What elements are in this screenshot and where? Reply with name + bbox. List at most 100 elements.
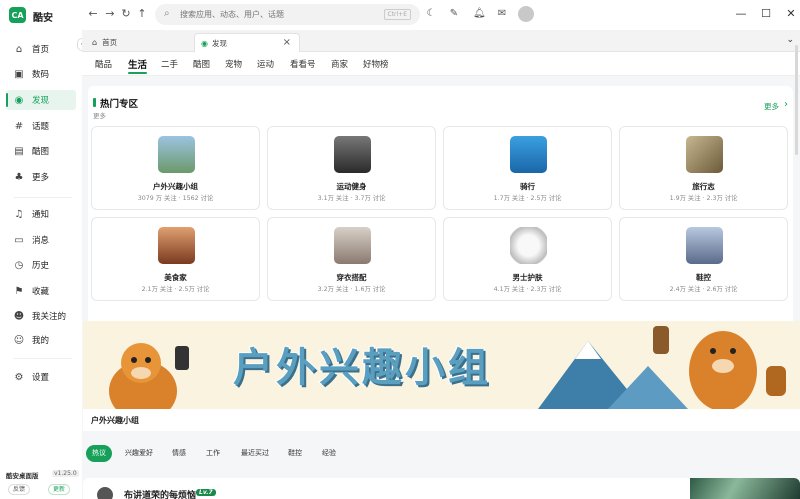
category-tab-active[interactable]: 生活 <box>128 57 148 74</box>
sidebar-item-notifications[interactable]: ♫ 通知 <box>6 204 76 224</box>
banner-image[interactable]: 户外兴趣小组 <box>83 321 800 409</box>
edit-icon[interactable]: ✎ <box>448 8 460 19</box>
tab-bar: ⌂ 首页 ◉ 发现 × ⌄ <box>82 30 800 52</box>
dark-mode-icon[interactable]: ☾ <box>425 8 437 19</box>
close-icon[interactable]: ✕ <box>784 7 798 20</box>
post-author-avatar[interactable] <box>97 487 113 499</box>
group-stats: 1.9万 关注 · 2.3万 讨论 <box>669 195 738 202</box>
sidebar-item-messages[interactable]: ▭ 消息 <box>6 230 76 250</box>
banner-title: 户外兴趣小组 <box>232 344 491 392</box>
forward-icon[interactable]: → <box>103 7 117 20</box>
sidebar-item-images[interactable]: ▤ 酷图 <box>6 141 76 161</box>
group-thumbnail <box>686 227 723 264</box>
feedback-label: 反馈 <box>13 486 26 493</box>
up-icon[interactable]: ↑ <box>135 7 149 20</box>
category-tab[interactable]: 商家 <box>331 58 348 70</box>
refresh-icon[interactable]: ↻ <box>119 7 133 20</box>
filter-pill[interactable]: 兴趣爱好 <box>119 445 159 462</box>
sidebar-item-label: 更多 <box>32 173 50 183</box>
filter-pill[interactable]: 鞋控 <box>282 445 308 462</box>
sidebar-divider <box>14 197 72 198</box>
group-card[interactable]: 美食家 2.1万 关注 · 2.5万 讨论 <box>91 217 260 301</box>
group-card[interactable]: 鞋控 2.4万 关注 · 2.6万 讨论 <box>619 217 788 301</box>
mail-icon[interactable]: ✉ <box>496 8 508 19</box>
banner-caption: 户外兴趣小组 <box>91 416 139 425</box>
search-input[interactable] <box>180 7 360 22</box>
main-content: ⌂ 首页 ◉ 发现 × ⌄ 酷品 生活 二手 酷图 宠物 运动 看看号 商家 好… <box>82 30 800 499</box>
search-bar[interactable]: ⌕ Ctrl+E <box>155 4 420 25</box>
group-stats: 2.1万 关注 · 2.5万 讨论 <box>141 286 210 293</box>
sidebar-item-home[interactable]: ⌂ 首页 <box>6 39 76 59</box>
banner-caption-bar: 户外兴趣小组 <box>83 409 800 431</box>
sidebar-item-me[interactable]: ☺ 我的 <box>6 330 76 350</box>
sidebar-item-more[interactable]: ♣ 更多 <box>6 167 76 187</box>
category-tab[interactable]: 酷品 <box>95 58 112 70</box>
category-tab[interactable]: 宠物 <box>225 58 242 70</box>
category-tab[interactable]: 二手 <box>161 58 178 70</box>
hot-zone-section: 热门专区 更多 更多 › 户外兴趣小组 3079 万 关注 · 1562 讨论 … <box>88 86 793 336</box>
filter-pill[interactable]: 经验 <box>316 445 342 462</box>
sidebar-item-history[interactable]: ◷ 历史 <box>6 255 76 275</box>
group-name: 骑行 <box>520 182 535 191</box>
category-tab[interactable]: 运动 <box>257 58 274 70</box>
category-bar: 酷品 生活 二手 酷图 宠物 运动 看看号 商家 好物榜 <box>82 52 800 76</box>
group-card[interactable]: 旅行志 1.9万 关注 · 2.3万 讨论 <box>619 126 788 210</box>
filter-pills: 热议 兴趣爱好 情感 工作 最近买过 鞋控 经验 <box>82 442 800 464</box>
update-button[interactable]: 更新 <box>48 484 71 495</box>
category-tab[interactable]: 看看号 <box>290 58 316 70</box>
sidebar-item-topics[interactable]: # 话题 <box>6 116 76 136</box>
group-name: 旅行志 <box>692 182 715 191</box>
group-thumbnail <box>510 227 547 264</box>
group-thumbnail <box>158 227 195 264</box>
category-tab[interactable]: 酷图 <box>193 58 210 70</box>
group-name: 美食家 <box>164 273 187 282</box>
filter-pill-active[interactable]: 热议 <box>86 445 112 462</box>
tab-home[interactable]: ⌂ 首页 <box>90 33 190 52</box>
app-name: 酷安 <box>33 13 53 24</box>
users-icon: ☻ <box>13 310 25 322</box>
section-accent-bar <box>93 98 96 107</box>
avatar[interactable] <box>518 6 534 22</box>
sidebar-item-favorites[interactable]: ⚑ 收藏 <box>6 281 76 301</box>
group-card[interactable]: 骑行 1.7万 关注 · 2.5万 讨论 <box>443 126 612 210</box>
group-card[interactable]: 男士护肤 4.1万 关注 · 2.3万 讨论 <box>443 217 612 301</box>
sidebar-item-following[interactable]: ☻ 我关注的 <box>6 306 76 326</box>
title-bar: CA 酷安 ← → ↻ ↑ ⌕ Ctrl+E ☾ ✎ 🔔︎ ✉ — ☐ ✕ <box>0 0 800 30</box>
search-icon: ⌕ <box>164 8 170 19</box>
post-image[interactable] <box>690 478 800 499</box>
filter-pill[interactable]: 情感 <box>166 445 192 462</box>
group-card[interactable]: 穿衣搭配 3.2万 关注 · 1.6万 讨论 <box>267 217 436 301</box>
tab-discover[interactable]: ◉ 发现 × <box>194 33 300 52</box>
section-subtitle: 更多 <box>93 112 106 120</box>
close-tab-icon[interactable]: × <box>283 37 291 48</box>
feedback-button[interactable]: 反馈 <box>8 484 31 495</box>
sidebar-item-settings[interactable]: ⚙ 设置 <box>6 367 76 387</box>
post-author-name[interactable]: 布讲道荣的每烦恼 <box>124 488 196 499</box>
filter-pill[interactable]: 最近买过 <box>235 445 275 462</box>
version-badge: v1.25.0 <box>52 470 79 477</box>
group-card[interactable]: 户外兴趣小组 3079 万 关注 · 1562 讨论 <box>91 126 260 210</box>
minimize-icon[interactable]: — <box>734 7 748 20</box>
group-card[interactable]: 运动健身 3.1万 关注 · 3.7万 讨论 <box>267 126 436 210</box>
search-shortcut: Ctrl+E <box>383 9 411 20</box>
level-badge: Lv.7 <box>196 489 216 496</box>
feed-post[interactable]: 布讲道荣的每烦恼 Lv.7 <box>83 478 800 499</box>
sidebar-item-digital[interactable]: ▣ 数码 <box>6 64 76 84</box>
bookmark-icon: ⚑ <box>14 285 24 297</box>
back-icon[interactable]: ← <box>86 7 100 20</box>
maximize-icon[interactable]: ☐ <box>759 7 773 20</box>
notification-bell-icon[interactable]: 🔔︎ <box>473 8 486 19</box>
tab-label: 发现 <box>211 38 227 48</box>
sidebar-item-label: 发现 <box>32 96 50 106</box>
more-link[interactable]: 更多 <box>764 101 779 112</box>
sidebar-item-label: 通知 <box>32 210 50 220</box>
chevron-right-icon[interactable]: › <box>784 99 788 110</box>
category-tab[interactable]: 好物榜 <box>363 58 389 70</box>
chevron-down-icon[interactable]: ⌄ <box>786 35 794 45</box>
sidebar-item-discover[interactable]: ◉ 发现 <box>6 90 76 110</box>
scrollbar[interactable] <box>795 45 798 155</box>
group-thumbnail <box>510 136 547 173</box>
sidebar-item-label: 收藏 <box>32 287 50 297</box>
filter-pill[interactable]: 工作 <box>200 445 226 462</box>
sidebar-item-label: 酷图 <box>32 147 50 157</box>
